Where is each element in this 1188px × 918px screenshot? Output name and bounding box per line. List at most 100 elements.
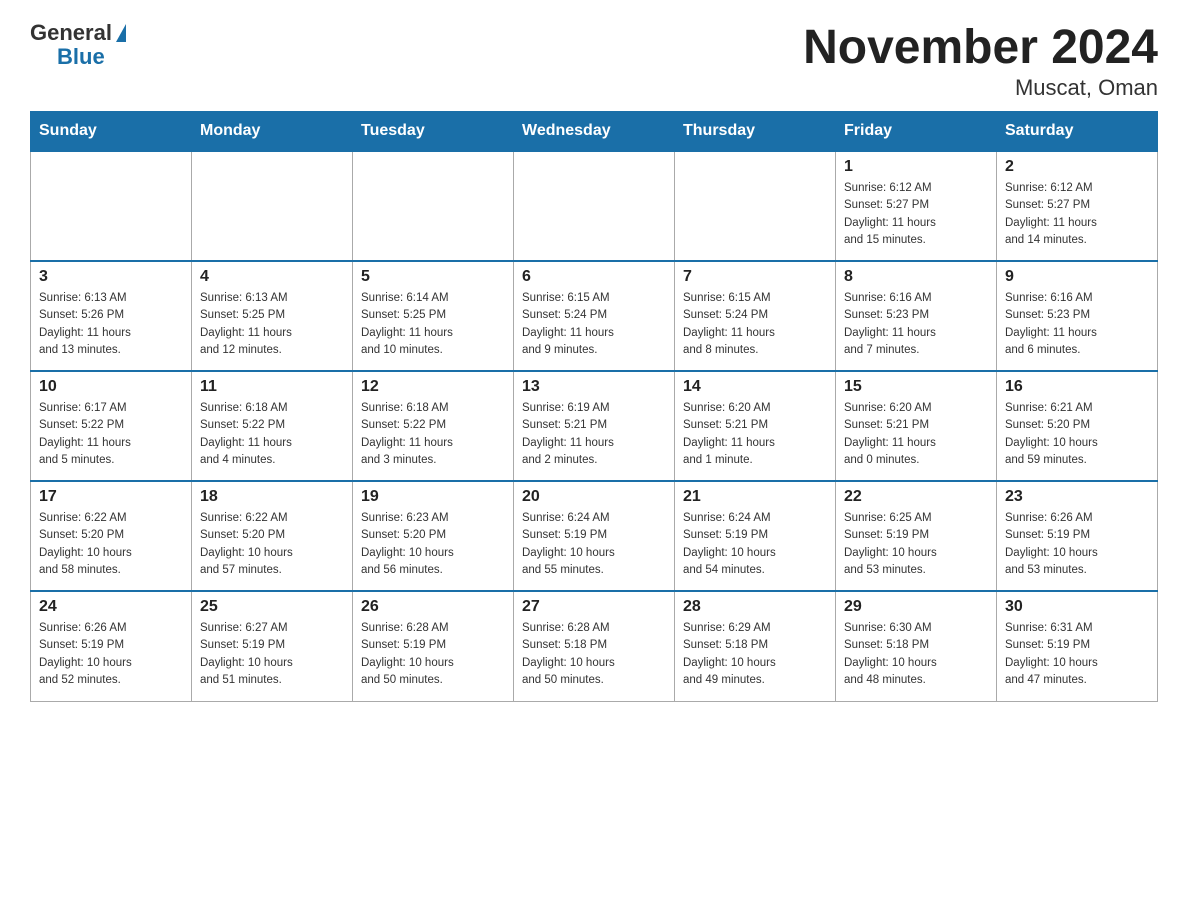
col-sunday: Sunday bbox=[31, 112, 192, 152]
calendar-cell: 6 Sunrise: 6:15 AMSunset: 5:24 PMDaylight… bbox=[514, 261, 675, 371]
calendar-cell: 12 Sunrise: 6:18 AMSunset: 5:22 PMDayligh… bbox=[353, 371, 514, 481]
col-monday: Monday bbox=[192, 112, 353, 152]
day-info: Sunrise: 6:30 AMSunset: 5:18 PMDaylight:… bbox=[844, 620, 988, 689]
day-info: Sunrise: 6:12 AMSunset: 5:27 PMDaylight:… bbox=[844, 180, 988, 249]
calendar-cell: 28 Sunrise: 6:29 AMSunset: 5:18 PMDayligh… bbox=[675, 591, 836, 701]
calendar-cell: 18 Sunrise: 6:22 AMSunset: 5:20 PMDayligh… bbox=[192, 481, 353, 591]
day-number: 7 bbox=[683, 268, 827, 286]
day-info: Sunrise: 6:26 AMSunset: 5:19 PMDaylight:… bbox=[39, 620, 183, 689]
calendar-cell: 14 Sunrise: 6:20 AMSunset: 5:21 PMDayligh… bbox=[675, 371, 836, 481]
col-thursday: Thursday bbox=[675, 112, 836, 152]
calendar-cell: 21 Sunrise: 6:24 AMSunset: 5:19 PMDayligh… bbox=[675, 481, 836, 591]
day-info: Sunrise: 6:24 AMSunset: 5:19 PMDaylight:… bbox=[683, 510, 827, 579]
col-tuesday: Tuesday bbox=[353, 112, 514, 152]
day-info: Sunrise: 6:18 AMSunset: 5:22 PMDaylight:… bbox=[361, 400, 505, 469]
day-info: Sunrise: 6:31 AMSunset: 5:19 PMDaylight:… bbox=[1005, 620, 1149, 689]
day-number: 28 bbox=[683, 598, 827, 616]
calendar-cell: 9 Sunrise: 6:16 AMSunset: 5:23 PMDaylight… bbox=[997, 261, 1158, 371]
day-info: Sunrise: 6:12 AMSunset: 5:27 PMDaylight:… bbox=[1005, 180, 1149, 249]
day-number: 10 bbox=[39, 378, 183, 396]
calendar-cell bbox=[514, 151, 675, 261]
logo-general: General bbox=[30, 20, 112, 46]
calendar-cell: 3Sunrise: 6:13 AMSunset: 5:26 PMDaylight… bbox=[31, 261, 192, 371]
day-number: 1 bbox=[844, 158, 988, 176]
calendar-cell: 25Sunrise: 6:27 AMSunset: 5:19 PMDayligh… bbox=[192, 591, 353, 701]
day-number: 15 bbox=[844, 378, 988, 396]
day-number: 26 bbox=[361, 598, 505, 616]
day-number: 3 bbox=[39, 268, 183, 286]
calendar-cell: 27 Sunrise: 6:28 AMSunset: 5:18 PMDayligh… bbox=[514, 591, 675, 701]
calendar-cell bbox=[192, 151, 353, 261]
day-number: 13 bbox=[522, 378, 666, 396]
logo: General Blue bbox=[30, 20, 126, 70]
calendar-cell: 5Sunrise: 6:14 AMSunset: 5:25 PMDaylight… bbox=[353, 261, 514, 371]
day-info: Sunrise: 6:26 AMSunset: 5:19 PMDaylight:… bbox=[1005, 510, 1149, 579]
day-number: 30 bbox=[1005, 598, 1149, 616]
day-info: Sunrise: 6:24 AMSunset: 5:19 PMDaylight:… bbox=[522, 510, 666, 579]
col-wednesday: Wednesday bbox=[514, 112, 675, 152]
page-header: General Blue November 2024 Muscat, Oman bbox=[30, 20, 1158, 101]
day-info: Sunrise: 6:15 AMSunset: 5:24 PMDaylight:… bbox=[683, 290, 827, 359]
calendar-cell: 24 Sunrise: 6:26 AMSunset: 5:19 PMDayligh… bbox=[31, 591, 192, 701]
col-saturday: Saturday bbox=[997, 112, 1158, 152]
calendar-cell: 30 Sunrise: 6:31 AMSunset: 5:19 PMDayligh… bbox=[997, 591, 1158, 701]
day-info: Sunrise: 6:22 AMSunset: 5:20 PMDaylight:… bbox=[200, 510, 344, 579]
calendar-cell: 20 Sunrise: 6:24 AMSunset: 5:19 PMDayligh… bbox=[514, 481, 675, 591]
calendar-cell: 2 Sunrise: 6:12 AMSunset: 5:27 PMDaylight… bbox=[997, 151, 1158, 261]
day-info: Sunrise: 6:13 AMSunset: 5:25 PMDaylight:… bbox=[200, 290, 344, 359]
week-row-4: 17Sunrise: 6:22 AMSunset: 5:20 PMDayligh… bbox=[31, 481, 1158, 591]
day-info: Sunrise: 6:23 AMSunset: 5:20 PMDaylight:… bbox=[361, 510, 505, 579]
week-row-1: 1 Sunrise: 6:12 AMSunset: 5:27 PMDaylight… bbox=[31, 151, 1158, 261]
day-number: 4 bbox=[200, 268, 344, 286]
day-number: 20 bbox=[522, 488, 666, 506]
day-number: 14 bbox=[683, 378, 827, 396]
day-number: 29 bbox=[844, 598, 988, 616]
logo-blue: Blue bbox=[57, 44, 105, 70]
day-info: Sunrise: 6:20 AMSunset: 5:21 PMDaylight:… bbox=[683, 400, 827, 469]
day-number: 6 bbox=[522, 268, 666, 286]
calendar-cell: 23 Sunrise: 6:26 AMSunset: 5:19 PMDayligh… bbox=[997, 481, 1158, 591]
calendar-cell: 16Sunrise: 6:21 AMSunset: 5:20 PMDayligh… bbox=[997, 371, 1158, 481]
day-number: 27 bbox=[522, 598, 666, 616]
page-title: November 2024 bbox=[803, 20, 1158, 75]
calendar-cell: 1 Sunrise: 6:12 AMSunset: 5:27 PMDaylight… bbox=[836, 151, 997, 261]
logo-triangle-icon bbox=[116, 24, 126, 42]
calendar-cell: 19Sunrise: 6:23 AMSunset: 5:20 PMDayligh… bbox=[353, 481, 514, 591]
calendar-cell: 26Sunrise: 6:28 AMSunset: 5:19 PMDayligh… bbox=[353, 591, 514, 701]
day-number: 21 bbox=[683, 488, 827, 506]
week-row-3: 10 Sunrise: 6:17 AMSunset: 5:22 PMDayligh… bbox=[31, 371, 1158, 481]
day-info: Sunrise: 6:21 AMSunset: 5:20 PMDaylight:… bbox=[1005, 400, 1149, 469]
day-info: Sunrise: 6:14 AMSunset: 5:25 PMDaylight:… bbox=[361, 290, 505, 359]
calendar-cell: 7 Sunrise: 6:15 AMSunset: 5:24 PMDaylight… bbox=[675, 261, 836, 371]
calendar-cell: 4 Sunrise: 6:13 AMSunset: 5:25 PMDaylight… bbox=[192, 261, 353, 371]
day-info: Sunrise: 6:27 AMSunset: 5:19 PMDaylight:… bbox=[200, 620, 344, 689]
calendar-header-row: Sunday Monday Tuesday Wednesday Thursday… bbox=[31, 112, 1158, 152]
col-friday: Friday bbox=[836, 112, 997, 152]
calendar-cell: 15Sunrise: 6:20 AMSunset: 5:21 PMDayligh… bbox=[836, 371, 997, 481]
calendar-cell: 13Sunrise: 6:19 AMSunset: 5:21 PMDayligh… bbox=[514, 371, 675, 481]
day-number: 24 bbox=[39, 598, 183, 616]
calendar-table: Sunday Monday Tuesday Wednesday Thursday… bbox=[30, 111, 1158, 702]
day-number: 23 bbox=[1005, 488, 1149, 506]
day-number: 12 bbox=[361, 378, 505, 396]
calendar-cell: 29 Sunrise: 6:30 AMSunset: 5:18 PMDayligh… bbox=[836, 591, 997, 701]
calendar-cell: 11Sunrise: 6:18 AMSunset: 5:22 PMDayligh… bbox=[192, 371, 353, 481]
day-info: Sunrise: 6:16 AMSunset: 5:23 PMDaylight:… bbox=[844, 290, 988, 359]
calendar-cell: 10 Sunrise: 6:17 AMSunset: 5:22 PMDayligh… bbox=[31, 371, 192, 481]
calendar-cell: 17Sunrise: 6:22 AMSunset: 5:20 PMDayligh… bbox=[31, 481, 192, 591]
day-info: Sunrise: 6:28 AMSunset: 5:18 PMDaylight:… bbox=[522, 620, 666, 689]
day-info: Sunrise: 6:16 AMSunset: 5:23 PMDaylight:… bbox=[1005, 290, 1149, 359]
day-number: 9 bbox=[1005, 268, 1149, 286]
day-info: Sunrise: 6:15 AMSunset: 5:24 PMDaylight:… bbox=[522, 290, 666, 359]
calendar-cell bbox=[353, 151, 514, 261]
day-info: Sunrise: 6:17 AMSunset: 5:22 PMDaylight:… bbox=[39, 400, 183, 469]
week-row-5: 24 Sunrise: 6:26 AMSunset: 5:19 PMDayligh… bbox=[31, 591, 1158, 701]
calendar-cell bbox=[31, 151, 192, 261]
calendar-cell: 8 Sunrise: 6:16 AMSunset: 5:23 PMDaylight… bbox=[836, 261, 997, 371]
day-number: 2 bbox=[1005, 158, 1149, 176]
day-info: Sunrise: 6:25 AMSunset: 5:19 PMDaylight:… bbox=[844, 510, 988, 579]
page-location: Muscat, Oman bbox=[803, 75, 1158, 101]
day-info: Sunrise: 6:29 AMSunset: 5:18 PMDaylight:… bbox=[683, 620, 827, 689]
day-number: 8 bbox=[844, 268, 988, 286]
day-number: 18 bbox=[200, 488, 344, 506]
